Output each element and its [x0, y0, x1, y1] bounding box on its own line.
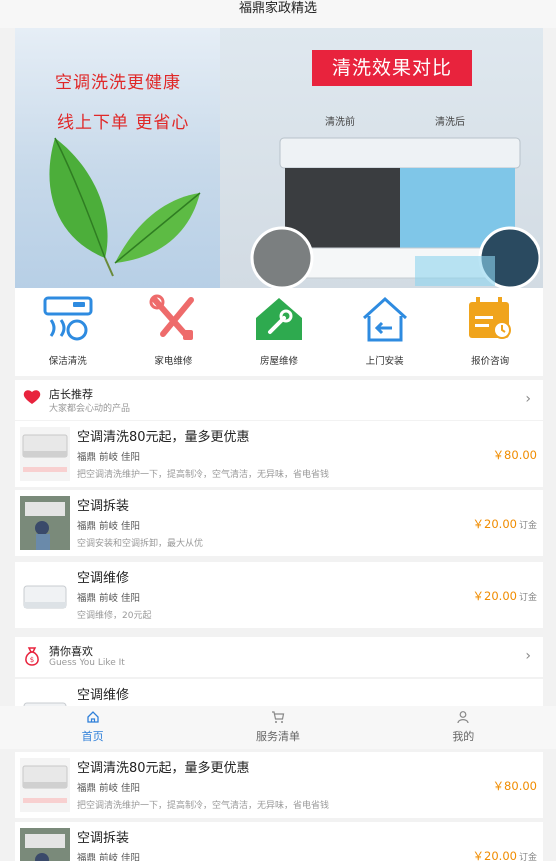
product-thumbnail	[20, 828, 70, 861]
product-location: 福鼎 前岐 佳阳	[77, 593, 141, 604]
product-thumbnail	[20, 758, 70, 812]
section-title: 猜你喜欢	[49, 645, 93, 658]
product-name: 空调清洗80元起，量多更优惠	[77, 761, 250, 776]
cart-icon	[271, 711, 285, 723]
section-subtitle: 大家都会心动的产品	[49, 404, 131, 414]
category-house-repair[interactable]: 房屋维修	[226, 288, 332, 376]
tab-label: 服务清单	[255, 730, 300, 743]
heart-icon	[23, 390, 41, 404]
product-location: 福鼎 前岐 佳阳	[77, 521, 141, 532]
banner-slogan-1: 空调洗洗更健康	[55, 73, 181, 93]
product-card[interactable]: 空调拆装 福鼎 前岐 佳阳 空调安装和空调拆卸，最大从优 ￥20.00 订金	[15, 490, 543, 556]
tab-service-list[interactable]: 服务清单	[185, 706, 370, 749]
category-label: 房屋维修	[259, 356, 298, 367]
product-name: 空调维修	[77, 571, 130, 586]
product-card[interactable]: 空调清洗80元起，量多更优惠 福鼎 前岐 佳阳 把空调清洗维护一下，提高制冷，空…	[15, 752, 543, 818]
product-card[interactable]: 空调清洗80元起，量多更优惠 福鼎 前岐 佳阳 把空调清洗维护一下，提高制冷，空…	[15, 421, 543, 487]
home-icon	[87, 711, 99, 723]
green-leaves-icon	[49, 137, 201, 277]
section-title: 店长推荐	[49, 388, 93, 401]
banner-right-panel: 清洗效果对比 清洗前 清洗后	[220, 28, 543, 288]
product-thumbnail	[20, 427, 70, 481]
app-title: 福鼎家政精选	[238, 1, 317, 16]
ac-cleaning-icon	[43, 296, 93, 341]
house-repair-icon	[256, 298, 303, 340]
bottom-tab-bar: 首页 服务清单 我的	[0, 706, 556, 749]
product-price: ￥20.00 订金	[472, 589, 537, 603]
product-name: 空调清洗80元起，量多更优惠	[77, 430, 250, 445]
product-location: 福鼎 前岐 佳阳	[77, 783, 141, 794]
product-description: 把空调清洗维护一下，提高制冷，空气清洁，无异味，省电省钱	[77, 801, 330, 811]
home-install-icon	[362, 296, 407, 342]
product-price: ￥20.00 订金	[472, 849, 537, 861]
category-row: 保洁清洗 家电维修 房屋维修 上门安装 报价咨询	[15, 288, 543, 376]
product-description: 把空调清洗维护一下，提高制冷，空气清洁，无异味，省电省钱	[77, 470, 330, 480]
product-price: ￥80.00	[492, 448, 537, 462]
category-label: 保洁清洗	[48, 356, 87, 367]
tab-label: 我的	[452, 730, 475, 743]
category-label: 上门安装	[365, 356, 404, 367]
chevron-right-icon: ›	[525, 648, 531, 664]
guess-section-header[interactable]: $ 猜你喜欢 Guess You Like It ›	[15, 637, 543, 677]
category-cleaning[interactable]: 保洁清洗	[15, 288, 121, 376]
category-label: 报价咨询	[471, 356, 510, 367]
category-label: 家电维修	[154, 356, 193, 367]
product-card[interactable]: 空调拆装 福鼎 前岐 佳阳 ￥20.00 订金	[15, 822, 543, 861]
product-card[interactable]: 空调维修 福鼎 前岐 佳阳 空调维修，20元起 ￥20.00 订金	[15, 562, 543, 628]
product-thumbnail	[20, 685, 70, 706]
banner-after-label: 清洗后	[435, 117, 465, 128]
tab-label: 首页	[81, 730, 104, 743]
product-price: ￥20.00 订金	[472, 517, 537, 531]
product-price: ￥80.00	[492, 779, 537, 793]
chevron-right-icon: ›	[525, 391, 531, 407]
recommend-section-header[interactable]: 店长推荐 大家都会心动的产品 ›	[15, 380, 543, 420]
product-description: 空调维修，20元起	[77, 611, 152, 621]
banner-left-panel: 空调洗洗更健康 线上下单 更省心	[15, 28, 220, 288]
banner-compare-title: 清洗效果对比	[312, 50, 472, 86]
calendar-quote-icon	[469, 297, 512, 339]
product-name: 空调维修	[77, 688, 130, 703]
banner-before-label: 清洗前	[325, 117, 355, 128]
product-description: 空调安装和空调拆卸，最大从优	[77, 539, 204, 549]
product-thumbnail	[20, 496, 70, 550]
tools-icon	[149, 294, 194, 340]
product-thumbnail	[20, 568, 70, 622]
product-location: 福鼎 前岐 佳阳	[77, 452, 141, 463]
product-name: 空调拆装	[77, 499, 130, 514]
product-name: 空调拆装	[77, 831, 130, 846]
money-bag-icon: $	[25, 647, 39, 666]
tab-home[interactable]: 首页	[0, 706, 185, 749]
section-subtitle: Guess You Like It	[49, 658, 125, 668]
promo-banner[interactable]: 空调洗洗更健康 线上下单 更省心 清洗效果对比 清洗前 清洗后	[15, 28, 543, 288]
tab-profile[interactable]: 我的	[371, 706, 556, 749]
app-title-bar: 福鼎家政精选	[0, 0, 556, 28]
svg-text:$: $	[30, 656, 34, 664]
air-conditioner-icon	[250, 137, 540, 288]
product-card[interactable]: 空调维修	[15, 679, 543, 706]
category-quote[interactable]: 报价咨询	[437, 288, 543, 376]
category-install[interactable]: 上门安装	[332, 288, 438, 376]
product-location: 福鼎 前岐 佳阳	[77, 853, 141, 861]
category-appliance-repair[interactable]: 家电维修	[121, 288, 227, 376]
user-icon	[457, 711, 469, 724]
